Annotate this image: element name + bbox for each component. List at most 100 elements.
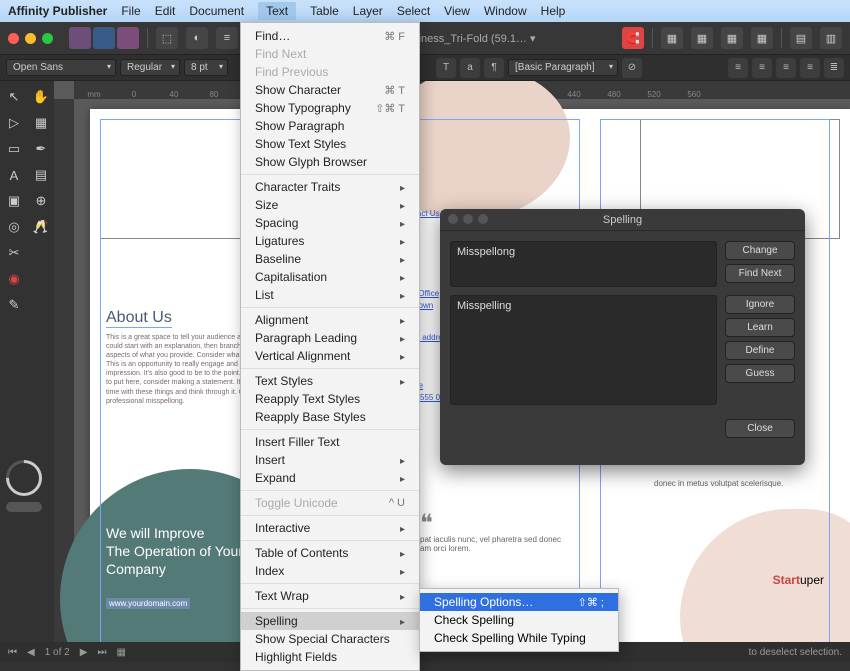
menu-item[interactable]: Find…⌘ F [241, 27, 419, 45]
menu-item[interactable]: Index [241, 562, 419, 580]
lorem-text[interactable]: donec in metus volutpat scelerisque. [654, 479, 824, 488]
menu-item[interactable]: Spacing [241, 214, 419, 232]
font-size-dropdown[interactable]: 8 pt [184, 59, 228, 76]
arrange-button[interactable]: ▥ [820, 27, 842, 49]
brand-logo[interactable]: Startuper [773, 573, 824, 587]
paragraph-icon[interactable]: ¶ [484, 58, 504, 78]
menu-item[interactable]: List [241, 286, 419, 304]
last-page-button[interactable]: ⏭ [97, 647, 106, 658]
color-picker-tool[interactable]: 🥂 [31, 217, 51, 237]
learn-button[interactable]: Learn [725, 318, 795, 337]
preview-button[interactable]: ▦ [116, 647, 125, 658]
vector-tool[interactable]: ◎ [4, 217, 24, 237]
change-button[interactable]: Change [725, 241, 795, 260]
close-button[interactable]: Close [725, 419, 795, 438]
menu-item[interactable]: Ligatures [241, 232, 419, 250]
heading-text[interactable]: About Us [106, 309, 172, 328]
menu-item[interactable]: Table of Contents [241, 544, 419, 562]
menu-window[interactable]: Window [484, 4, 527, 18]
menu-edit[interactable]: Edit [155, 4, 176, 18]
ignore-button[interactable]: Ignore [725, 295, 795, 314]
menu-item[interactable]: Spelling [241, 612, 419, 630]
menu-item[interactable]: Reapply Text Styles [241, 390, 419, 408]
toolbar-button[interactable]: ⬚ [156, 27, 178, 49]
font-weight-dropdown[interactable]: Regular [120, 59, 180, 76]
menu-item[interactable]: Vertical Alignment [241, 347, 419, 365]
submenu-item[interactable]: Spelling Options…⇧⌘ ; [420, 593, 618, 611]
prev-page-button[interactable]: ◀ [27, 647, 35, 658]
menu-item[interactable]: Show Character⌘ T [241, 81, 419, 99]
menu-item[interactable]: Show Text Styles [241, 135, 419, 153]
submenu-item[interactable]: Check Spelling While Typing [420, 629, 618, 647]
menu-item[interactable]: Show Special Characters [241, 630, 419, 648]
zoom-tool[interactable]: ⊕ [31, 191, 51, 211]
text-style-button[interactable]: T [436, 58, 456, 78]
misspelled-word-field[interactable]: Misspellong [450, 241, 717, 287]
align-button[interactable]: ▦ [721, 27, 743, 49]
toolbar-button[interactable]: ≡ [216, 27, 238, 49]
menu-item[interactable]: Paragraph Leading [241, 329, 419, 347]
menu-select[interactable]: Select [397, 4, 430, 18]
lorem-text[interactable]: pat iaculis nunc, vel pharetra sed donec… [420, 535, 570, 553]
menu-item[interactable]: Show Paragraph [241, 117, 419, 135]
guess-button[interactable]: Guess [725, 364, 795, 383]
toolbar-button[interactable]: ◐ [186, 27, 208, 49]
define-button[interactable]: Define [725, 341, 795, 360]
image-tool[interactable]: ▣ [4, 191, 24, 211]
menu-view[interactable]: View [444, 4, 470, 18]
find-next-button[interactable]: Find Next [725, 264, 795, 283]
menu-layer[interactable]: Layer [353, 4, 383, 18]
panel-close-button[interactable] [448, 214, 458, 224]
align-justify-button[interactable]: ≡ [800, 58, 820, 78]
menu-item[interactable]: Text Wrap [241, 587, 419, 605]
menu-item[interactable]: Text Styles [241, 372, 419, 390]
menu-item[interactable]: Interactive [241, 519, 419, 537]
align-button[interactable]: ▦ [691, 27, 713, 49]
align-button[interactable]: ▦ [751, 27, 773, 49]
menu-document[interactable]: Document [189, 4, 244, 18]
text-style-button[interactable]: a [460, 58, 480, 78]
move-tool[interactable]: ↖ [4, 87, 24, 107]
menu-item[interactable]: Insert [241, 451, 419, 469]
persona-switcher[interactable] [69, 27, 139, 49]
text-tool[interactable]: A [4, 165, 24, 185]
table-tool[interactable]: ▤ [31, 165, 51, 185]
suggestions-list[interactable]: Misspelling [450, 295, 717, 405]
align-button[interactable]: ▦ [661, 27, 683, 49]
paragraph-style-dropdown[interactable]: [Basic Paragraph] [508, 59, 618, 76]
menu-item[interactable]: Show Typography⇧⌘ T [241, 99, 419, 117]
navigator-slider[interactable] [6, 502, 42, 512]
align-center-button[interactable]: ≡ [752, 58, 772, 78]
menu-item[interactable]: Expand [241, 469, 419, 487]
menu-text[interactable]: Text [258, 2, 296, 20]
menu-file[interactable]: File [121, 4, 140, 18]
crop-tool[interactable]: ✂ [4, 243, 24, 263]
list-button[interactable]: ≣ [824, 58, 844, 78]
menu-item[interactable]: Insert Filler Text [241, 433, 419, 451]
first-page-button[interactable]: ⏮ [8, 647, 17, 658]
pan-tool[interactable]: ✋ [31, 87, 51, 107]
font-family-dropdown[interactable]: Open Sans [6, 59, 116, 76]
zoom-window-button[interactable] [42, 33, 53, 44]
panel-zoom-button[interactable] [478, 214, 488, 224]
menu-help[interactable]: Help [541, 4, 566, 18]
menu-item[interactable]: Capitalisation [241, 268, 419, 286]
menu-table[interactable]: Table [310, 4, 339, 18]
menu-item[interactable]: Size [241, 196, 419, 214]
menu-item[interactable]: Show Glyph Browser [241, 153, 419, 171]
menu-item[interactable]: Highlight Fields [241, 648, 419, 666]
submenu-item[interactable]: Check Spelling [420, 611, 618, 629]
panel-min-button[interactable] [463, 214, 473, 224]
menu-item[interactable]: Alignment [241, 311, 419, 329]
pen-tool[interactable]: ✒ [31, 139, 51, 159]
url-text[interactable]: www.yourdomain.com [106, 598, 190, 609]
snapping-toggle[interactable]: 🧲 [622, 27, 644, 49]
brush-tool[interactable]: ✎ [4, 295, 24, 315]
close-window-button[interactable] [8, 33, 19, 44]
next-page-button[interactable]: ▶ [80, 647, 88, 658]
menu-item[interactable]: Baseline [241, 250, 419, 268]
panel-titlebar[interactable]: Spelling [440, 209, 805, 231]
minimize-window-button[interactable] [25, 33, 36, 44]
menu-item[interactable]: Character Traits [241, 178, 419, 196]
shape-tool[interactable]: ▭ [4, 139, 24, 159]
